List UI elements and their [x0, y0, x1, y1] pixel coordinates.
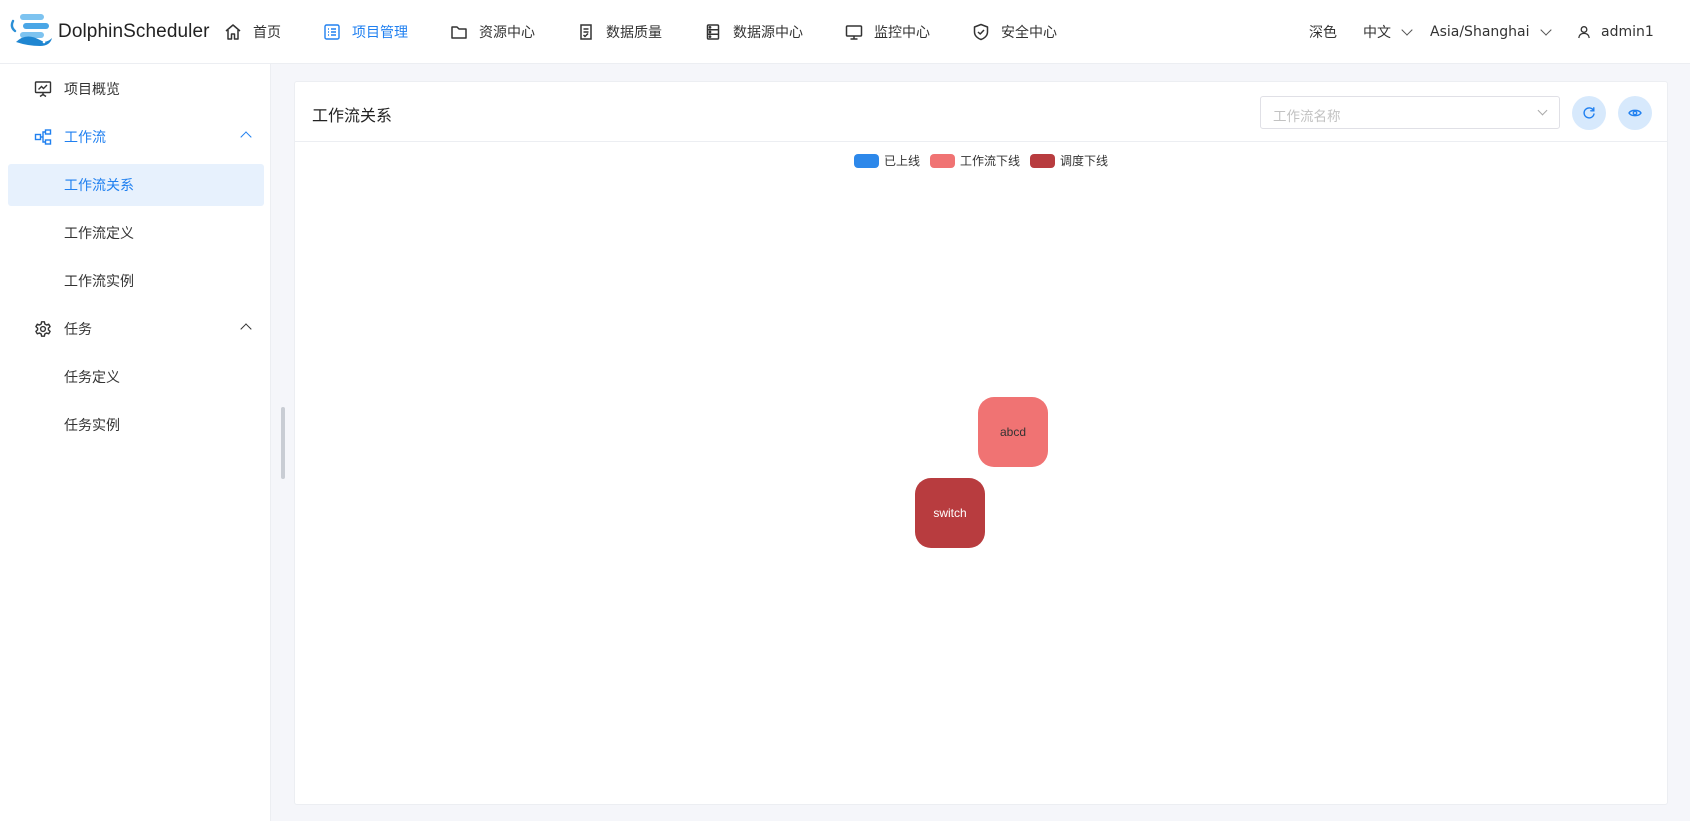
workflow-name-placeholder: 工作流名称 [1273, 109, 1341, 125]
legend-item[interactable]: 工作流下线 [929, 152, 1020, 169]
sidebar-item-label: 工作流定义 [64, 226, 134, 242]
folder-icon [450, 23, 468, 41]
theme-toggle[interactable]: 深色 [1309, 0, 1337, 64]
nav-monitor-label: 监控中心 [874, 25, 930, 41]
nav-data-quality[interactable]: 数据质量 [577, 0, 662, 64]
chevron-down-icon [1539, 24, 1552, 36]
shield-icon [972, 23, 990, 41]
legend-item[interactable]: 调度下线 [1030, 152, 1108, 169]
dolphin-logo-icon [10, 12, 56, 52]
graph-legend: 已上线 工作流下线 调度下线 [295, 152, 1667, 169]
chevron-up-icon [240, 323, 252, 335]
nav-security[interactable]: 安全中心 [972, 0, 1057, 64]
sidebar-item-label: 项目概览 [64, 82, 120, 98]
refresh-icon [1582, 106, 1596, 120]
chevron-down-icon [1537, 105, 1548, 116]
username-label: admin1 [1601, 24, 1654, 40]
legend-swatch [853, 153, 879, 168]
graph-node[interactable]: abcd [978, 397, 1048, 467]
nav-security-label: 安全中心 [1001, 25, 1057, 41]
home-icon [224, 23, 242, 41]
nav-resource[interactable]: 资源中心 [450, 0, 535, 64]
chevron-down-icon [1401, 24, 1413, 36]
timezone-label: Asia/Shanghai [1430, 24, 1530, 40]
app-logo[interactable]: DolphinScheduler [10, 12, 210, 52]
workflow-relation-graph[interactable]: abcd switch [295, 182, 1667, 802]
sidebar: 项目概览 工作流 工作流关系 工作流定义 工作流实例 任务 任务定义 任务实例 [0, 64, 271, 821]
gear-icon [34, 320, 52, 338]
graph-node[interactable]: switch [915, 478, 985, 548]
card-header: 工作流关系 工作流名称 [295, 82, 1667, 142]
chevron-up-icon [240, 131, 252, 143]
legend-label: 工作流下线 [959, 154, 1020, 168]
nav-home[interactable]: 首页 [224, 0, 281, 64]
eye-icon [1628, 106, 1642, 120]
sidebar-resize-handle[interactable] [281, 407, 285, 479]
nav-resource-label: 资源中心 [479, 25, 535, 41]
document-icon [577, 23, 595, 41]
sidebar-item-label: 工作流关系 [64, 178, 134, 194]
sidebar-group-workflow[interactable]: 工作流 [8, 116, 264, 158]
legend-swatch [929, 153, 955, 168]
nav-datasource-label: 数据源中心 [733, 25, 803, 41]
legend-label: 调度下线 [1060, 154, 1109, 168]
project-icon [323, 23, 341, 41]
workflow-relation-card: 工作流关系 工作流名称 已上线 工作流下线 调度下线 abcd switch [294, 81, 1668, 805]
top-header: DolphinScheduler 首页 项目管理 资源中心 数据质量 数据源中心… [0, 0, 1690, 64]
workflow-name-select[interactable]: 工作流名称 [1260, 96, 1560, 129]
refresh-button[interactable] [1572, 96, 1606, 130]
graph-node-label: switch [933, 506, 967, 520]
language-select[interactable]: 中文 [1363, 0, 1413, 64]
sidebar-item-workflow-definition[interactable]: 工作流定义 [8, 212, 264, 254]
nav-home-label: 首页 [253, 25, 281, 41]
sidebar-item-project-overview[interactable]: 项目概览 [8, 68, 264, 110]
sidebar-item-label: 工作流 [64, 130, 106, 146]
theme-label: 深色 [1309, 25, 1337, 41]
sidebar-item-task-instance[interactable]: 任务实例 [8, 404, 264, 446]
nav-project[interactable]: 项目管理 [323, 0, 408, 64]
database-icon [704, 23, 722, 41]
nav-data-quality-label: 数据质量 [606, 25, 662, 41]
view-button[interactable] [1618, 96, 1652, 130]
sidebar-item-label: 工作流实例 [64, 274, 134, 290]
sidebar-item-workflow-relation[interactable]: 工作流关系 [8, 164, 264, 206]
timezone-select[interactable]: Asia/Shanghai [1430, 0, 1552, 64]
workflow-icon [34, 128, 52, 146]
sidebar-item-workflow-instance[interactable]: 工作流实例 [8, 260, 264, 302]
nav-project-label: 项目管理 [352, 25, 408, 41]
presentation-chart-icon [34, 80, 52, 98]
nav-monitor[interactable]: 监控中心 [845, 0, 930, 64]
app-name: DolphinScheduler [58, 21, 210, 42]
nav-datasource[interactable]: 数据源中心 [704, 0, 803, 64]
user-icon [1577, 25, 1591, 39]
sidebar-item-label: 任务 [64, 322, 92, 338]
graph-node-label: abcd [999, 425, 1027, 439]
main-nav: 首页 项目管理 资源中心 数据质量 数据源中心 监控中心 安全中心 [224, 0, 1057, 64]
sidebar-item-label: 任务定义 [64, 370, 120, 386]
page-title: 工作流关系 [312, 106, 393, 125]
user-menu[interactable]: admin1 [1577, 0, 1654, 64]
legend-label: 已上线 [883, 154, 920, 168]
sidebar-item-task-definition[interactable]: 任务定义 [8, 356, 264, 398]
sidebar-item-label: 任务实例 [64, 418, 120, 434]
legend-swatch [1030, 153, 1055, 168]
sidebar-group-task[interactable]: 任务 [8, 308, 264, 350]
legend-item[interactable]: 已上线 [853, 152, 920, 169]
language-label: 中文 [1363, 25, 1391, 41]
monitor-icon [845, 23, 863, 41]
